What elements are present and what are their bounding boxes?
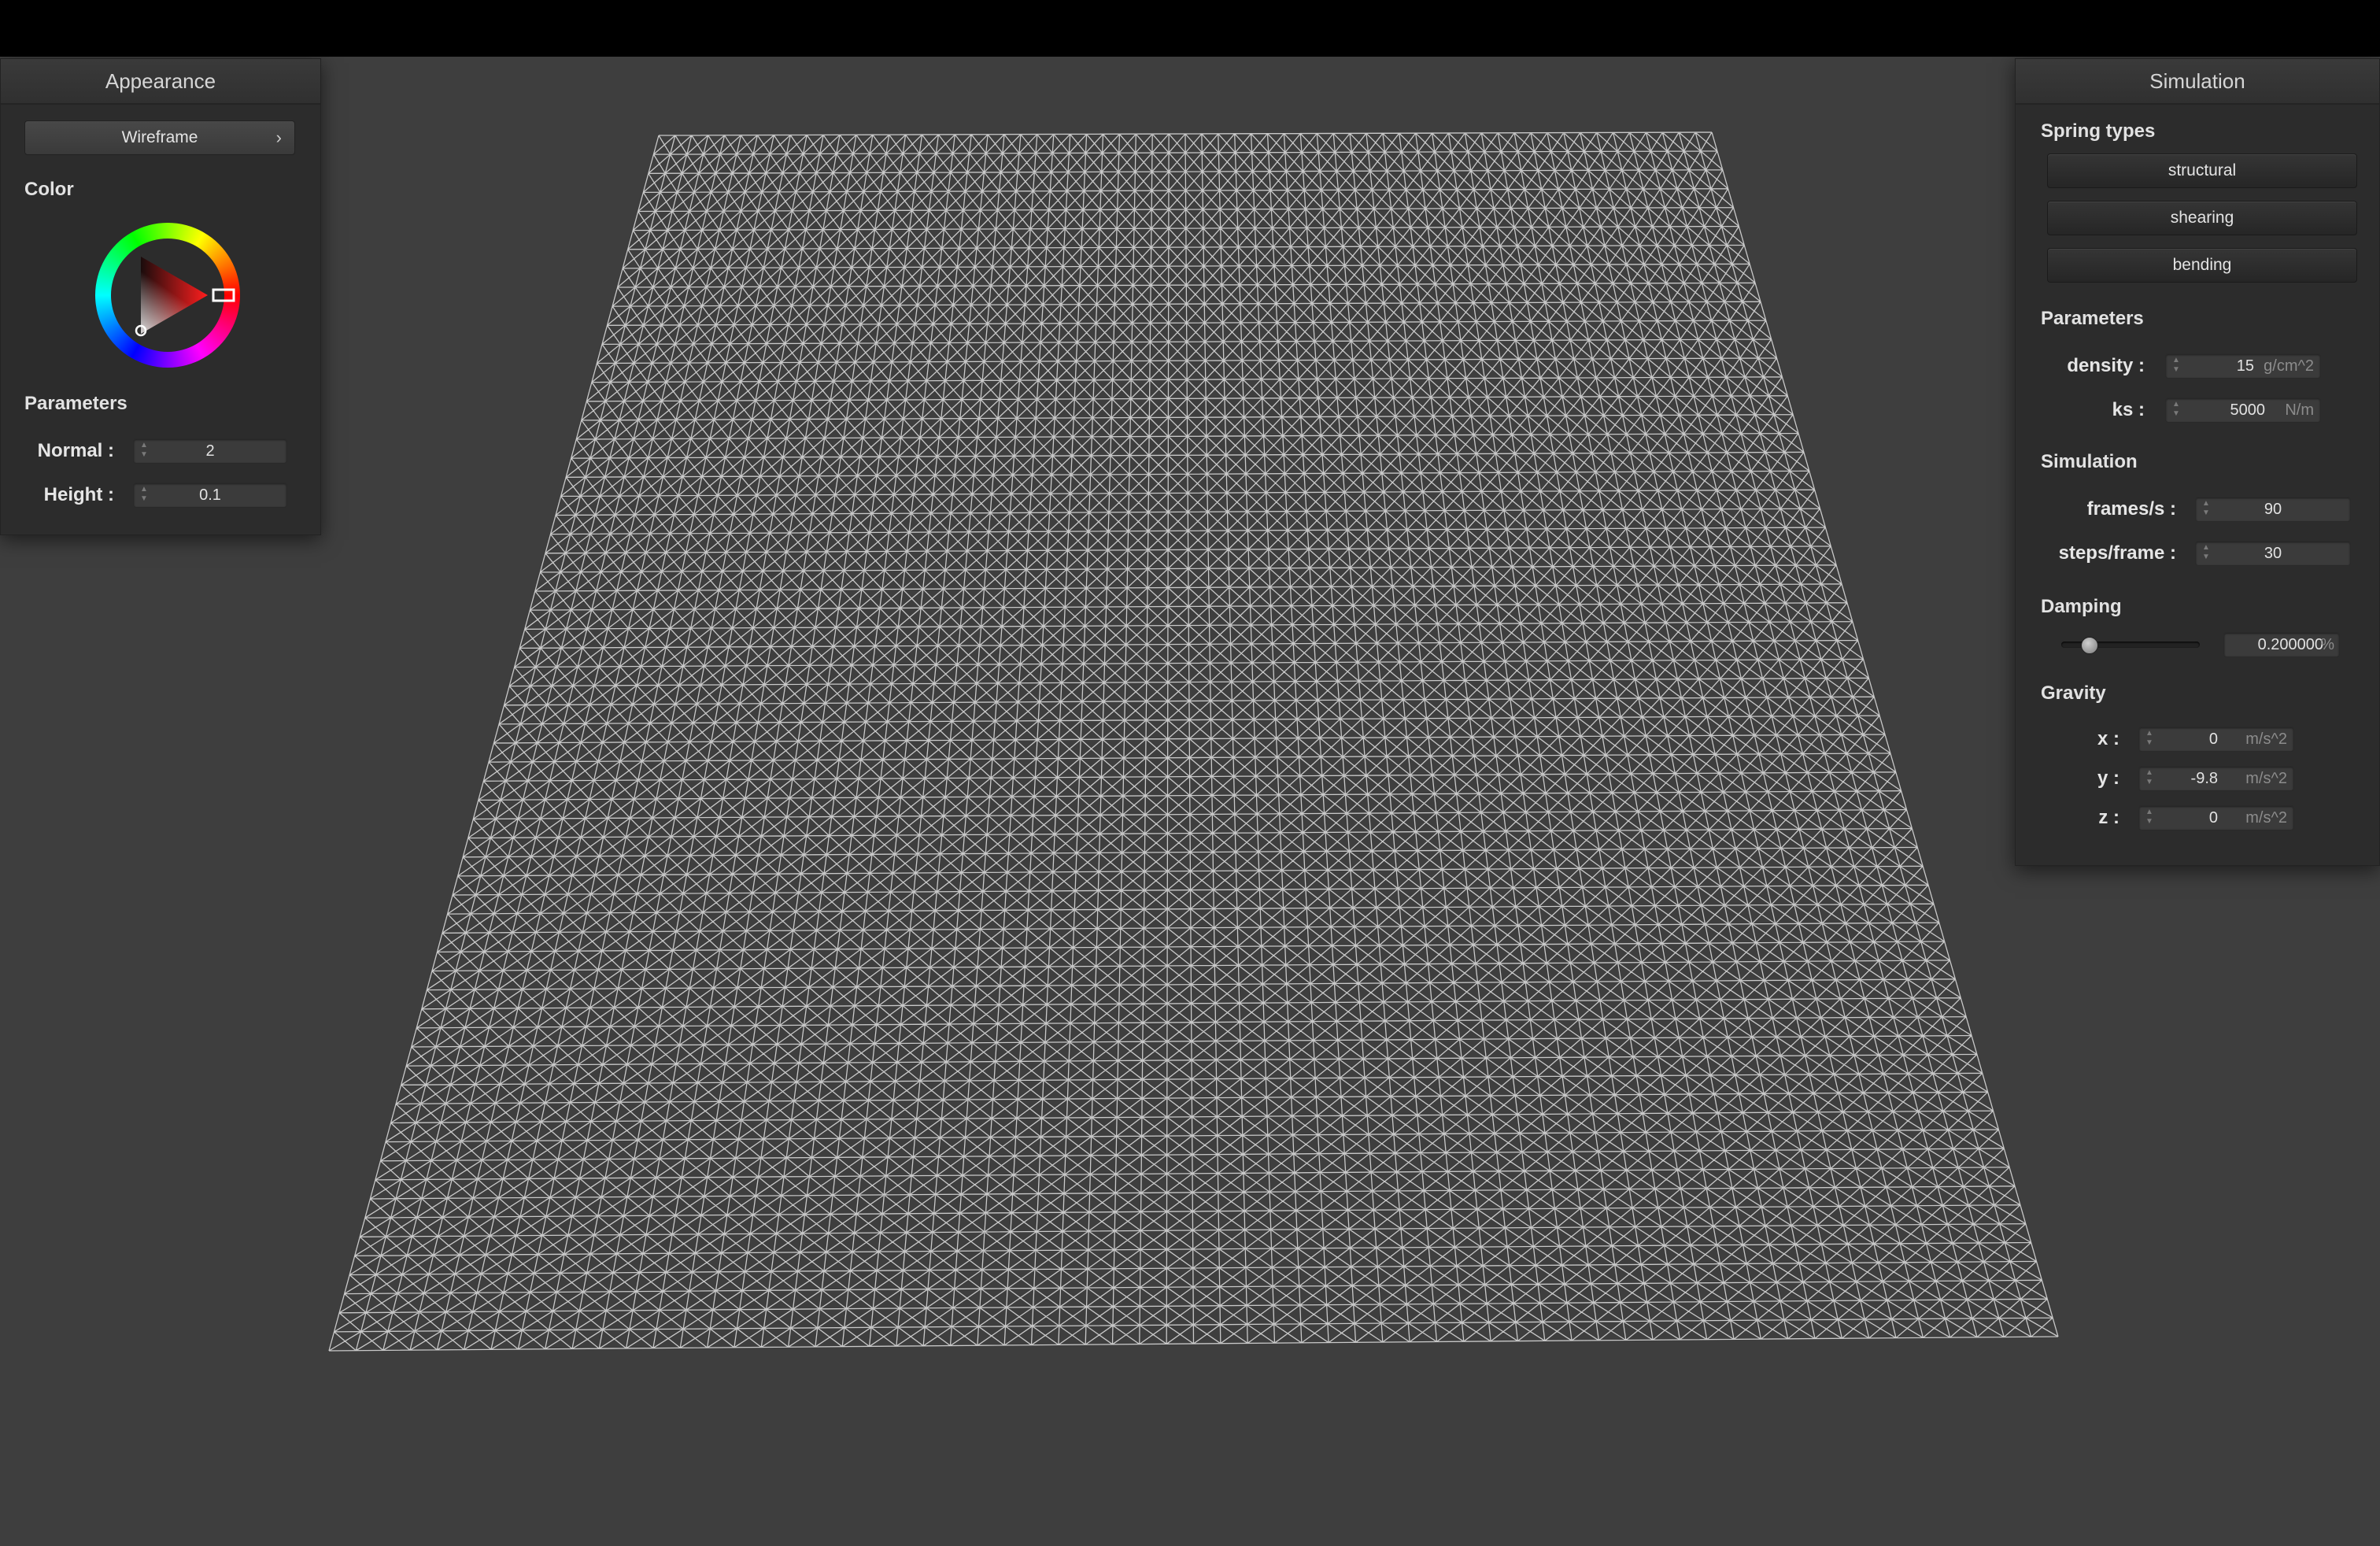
structural-button[interactable]: structural [2047, 153, 2357, 188]
gravity-y-value: -9.8 [2190, 770, 2218, 787]
appearance-title: Appearance [1, 59, 320, 105]
cloth-mesh [328, 131, 2059, 1352]
gravity-x-unit: m/s^2 [2245, 730, 2287, 748]
ks-label: ks : [2112, 399, 2145, 420]
gravity-y-unit: m/s^2 [2245, 770, 2287, 787]
gravity-z-label: z : [2098, 807, 2119, 828]
ks-unit: N/m [2285, 401, 2314, 419]
gravity-label: Gravity [2041, 682, 2106, 704]
gravity-z-unit: m/s^2 [2245, 809, 2287, 827]
simulation-section-label: Simulation [2041, 451, 2138, 472]
bending-button[interactable]: bending [2047, 248, 2357, 283]
appearance-panel: Appearance Wireframe › Color Parameters … [0, 58, 321, 535]
spinner-arrows-icon[interactable]: ▲ ▼ [2144, 729, 2155, 749]
damping-field[interactable]: 0.200000 % [2223, 632, 2340, 657]
simulation-title: Simulation [2016, 59, 2379, 105]
gravity-x-value: 0 [2208, 730, 2218, 748]
render-mode-label: Wireframe [121, 128, 198, 146]
gravity-x-field[interactable]: ▲ ▼ 0 m/s^2 [2138, 727, 2294, 752]
gravity-z-field[interactable]: ▲ ▼ 0 m/s^2 [2138, 805, 2294, 830]
simulation-panel: Simulation Spring types structural shear… [2015, 58, 2380, 866]
gravity-z-value: 0 [2208, 809, 2218, 827]
height-value: 0.1 [199, 486, 221, 504]
top-bar [0, 0, 2380, 57]
fps-label: frames/s : [2086, 498, 2176, 520]
spring-types-label: Spring types [2041, 120, 2156, 142]
height-field[interactable]: ▲ ▼ 0.1 [133, 483, 287, 508]
gravity-x-label: x : [2097, 728, 2119, 749]
chevron-right-icon: › [275, 128, 282, 147]
steps-value: 30 [2264, 545, 2282, 562]
damping-value: 0.200000 [2257, 636, 2323, 653]
color-section-label: Color [24, 179, 74, 200]
spinner-arrows-icon[interactable]: ▲ ▼ [2171, 400, 2182, 420]
steps-field[interactable]: ▲ ▼ 30 [2195, 541, 2351, 566]
shearing-button[interactable]: shearing [2047, 201, 2357, 235]
color-wheel[interactable] [91, 218, 245, 372]
ks-value: 5000 [2230, 401, 2266, 419]
normal-label: Normal : [37, 440, 114, 461]
spinner-arrows-icon[interactable]: ▲ ▼ [2171, 356, 2182, 376]
density-value: 15 [2236, 357, 2254, 375]
spinner-arrows-icon[interactable]: ▲ ▼ [2144, 768, 2155, 789]
render-mode-dropdown[interactable]: Wireframe › [24, 120, 295, 155]
gravity-y-field[interactable]: ▲ ▼ -9.8 m/s^2 [2138, 766, 2294, 791]
simulation-parameters-label: Parameters [2041, 308, 2144, 329]
damping-unit: % [2320, 636, 2334, 653]
spinner-arrows-icon[interactable]: ▲ ▼ [2144, 808, 2155, 828]
appearance-parameters-label: Parameters [24, 393, 128, 414]
normal-value: 2 [205, 442, 215, 460]
damping-slider-knob[interactable] [2081, 637, 2099, 654]
ks-field[interactable]: ▲ ▼ 5000 N/m [2165, 398, 2321, 423]
cloth-mesh-lines [328, 131, 2059, 1352]
gravity-y-label: y : [2097, 767, 2119, 789]
density-label: density : [2067, 355, 2145, 376]
height-label: Height : [43, 484, 114, 505]
steps-label: steps/frame : [2058, 542, 2176, 564]
density-unit: g/cm^2 [2264, 357, 2314, 375]
fps-field[interactable]: ▲ ▼ 90 [2195, 497, 2351, 522]
normal-field[interactable]: ▲ ▼ 2 [133, 438, 287, 464]
damping-label: Damping [2041, 596, 2122, 617]
fps-value: 90 [2264, 501, 2282, 518]
density-field[interactable]: ▲ ▼ 15 g/cm^2 [2165, 353, 2321, 379]
